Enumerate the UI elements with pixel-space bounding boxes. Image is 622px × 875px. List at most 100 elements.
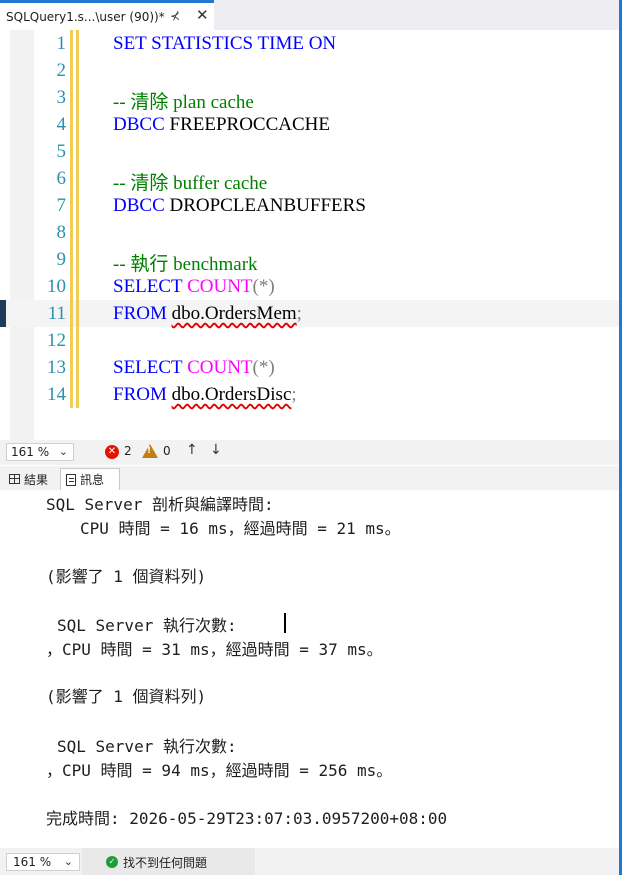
code-line[interactable]: 5 [0, 138, 619, 165]
code-token: (*) [252, 357, 275, 378]
code-token: -- 清除 plan cache [113, 92, 254, 113]
code-text: SELECT COUNT(*) [113, 357, 275, 379]
change-marker [70, 381, 73, 408]
line-number: 7 [56, 195, 67, 216]
code-line[interactable]: 9 -- 執行 benchmark [0, 246, 619, 276]
line-number: 9 [56, 249, 67, 270]
code-line[interactable]: 11 FROM dbo.OrdersMem; [0, 300, 619, 327]
issues-status-text: 找不到任何問題 [123, 856, 208, 870]
pin-icon[interactable]: ⊀ [170, 9, 180, 23]
code-line[interactable]: 4 DBCC FREEPROCCACHE [0, 111, 619, 138]
code-line[interactable]: 13 SELECT COUNT(*) [0, 354, 619, 381]
code-token: FREEPROCCACHE [164, 114, 330, 135]
code-token: COUNT [187, 357, 253, 378]
line-number: 13 [47, 357, 66, 378]
error-count[interactable]: 2 [124, 444, 132, 458]
document-tab-strip: SQLQuery1.s...\user (90))* ⊀ ✕ [0, 0, 622, 30]
code-line[interactable]: 10 SELECT COUNT(*) [0, 273, 619, 300]
code-text: SELECT COUNT(*) [113, 276, 275, 298]
message-line: ，CPU 時間 = 94 ms，經過時間 = 256 ms。 [46, 761, 393, 780]
code-token: FROM [113, 384, 172, 405]
code-text: -- 清除 buffer cache [113, 168, 267, 195]
check-circle-icon: ✓ [106, 856, 118, 868]
message-line: SQL Server 剖析與編譯時間: [46, 495, 274, 514]
change-marker [76, 57, 79, 84]
message-icon [66, 473, 76, 486]
change-marker [70, 354, 73, 381]
change-marker [76, 300, 79, 327]
change-marker [70, 219, 73, 246]
code-token: SET STATISTICS TIME ON [113, 33, 337, 54]
code-line[interactable]: 2 [0, 57, 619, 84]
query-status-bar: 161 % ⌄ ✓ 找不到任何問題 [0, 848, 619, 875]
message-line: CPU 時間 = 16 ms，經過時間 = 21 ms。 [80, 519, 401, 538]
change-marker [70, 246, 73, 273]
code-line[interactable]: 14 FROM dbo.OrdersDisc; [0, 381, 619, 408]
code-token: dbo.OrdersDisc [171, 384, 292, 405]
line-number: 12 [47, 330, 66, 351]
code-token: -- 執行 benchmark [113, 254, 258, 275]
code-token: FROM [113, 303, 172, 324]
code-line[interactable]: 3 -- 清除 plan cache [0, 84, 619, 113]
issues-status[interactable]: ✓ 找不到任何問題 [82, 848, 255, 875]
tab-messages[interactable]: 訊息 [60, 468, 120, 490]
message-line: (影響了 1 個資料列) [46, 687, 207, 706]
change-marker [76, 165, 79, 192]
line-number: 8 [56, 222, 67, 243]
change-marker [70, 192, 73, 219]
code-text: SET STATISTICS TIME ON [113, 33, 336, 55]
completion-time: 完成時間: 2026-05-29T23:07:03.0957200+08:00 [46, 809, 448, 828]
error-icon[interactable]: ✕ [105, 445, 119, 459]
code-line[interactable]: 8 [0, 219, 619, 246]
code-token: dbo.OrdersMem [171, 303, 297, 324]
change-marker [76, 219, 79, 246]
code-token: COUNT [187, 276, 253, 297]
code-text: FROM dbo.OrdersDisc; [113, 384, 297, 406]
code-editor[interactable]: 1 SET STATISTICS TIME ON 2 3 -- 清除 plan cach… [0, 30, 619, 440]
zoom-value: 161 % [11, 445, 50, 459]
code-token: ; [291, 384, 297, 405]
change-marker [70, 138, 73, 165]
change-marker [70, 273, 73, 300]
editor-status-bar: 161 % ⌄ ✕ 2 ! 0 ↑ ↓ [0, 440, 619, 465]
code-token: DROPCLEANBUFFERS [164, 195, 366, 216]
message-line: ，CPU 時間 = 31 ms，經過時間 = 37 ms。 [46, 640, 383, 659]
zoom-value: 161 % [13, 855, 52, 869]
tab-sqlquery1[interactable]: SQLQuery1.s...\user (90))* ⊀ ✕ [0, 0, 214, 30]
code-text: FROM dbo.OrdersMem; [113, 303, 302, 325]
line-number: 3 [56, 87, 67, 108]
code-text: DBCC FREEPROCCACHE [113, 114, 330, 136]
change-marker [70, 84, 73, 111]
arrow-down-icon[interactable]: ↓ [210, 442, 222, 458]
messages-pane[interactable] [0, 490, 619, 847]
change-marker [76, 273, 79, 300]
code-line[interactable]: 7 DBCC DROPCLEANBUFFERS [0, 192, 619, 219]
change-marker [76, 192, 79, 219]
code-line[interactable]: 6 -- 清除 buffer cache [0, 165, 619, 195]
change-marker [76, 111, 79, 138]
change-marker [76, 327, 79, 354]
change-marker [70, 300, 73, 327]
text-caret [284, 613, 286, 633]
change-marker [76, 246, 79, 273]
zoom-dropdown-results[interactable]: 161 % ⌄ [6, 853, 80, 871]
message-line: (影響了 1 個資料列) [46, 567, 207, 586]
code-line[interactable]: 1 SET STATISTICS TIME ON [0, 30, 619, 57]
code-token: SELECT [113, 276, 188, 297]
current-line-marker [0, 300, 6, 327]
grid-icon [9, 474, 20, 484]
line-number: 10 [47, 276, 66, 297]
warning-count[interactable]: 0 [163, 444, 171, 458]
close-icon[interactable]: ✕ [196, 8, 209, 23]
code-text: -- 執行 benchmark [113, 249, 258, 276]
zoom-dropdown[interactable]: 161 % ⌄ [6, 443, 74, 461]
tab-title: SQLQuery1.s...\user (90))* [6, 9, 165, 24]
line-number: 6 [56, 168, 67, 189]
code-token: DBCC [113, 195, 165, 216]
tab-results[interactable]: 結果 [4, 468, 60, 490]
line-number: 5 [56, 141, 67, 162]
change-marker [70, 57, 73, 84]
code-line[interactable]: 12 [0, 327, 619, 354]
arrow-up-icon[interactable]: ↑ [186, 442, 198, 458]
change-marker [70, 111, 73, 138]
